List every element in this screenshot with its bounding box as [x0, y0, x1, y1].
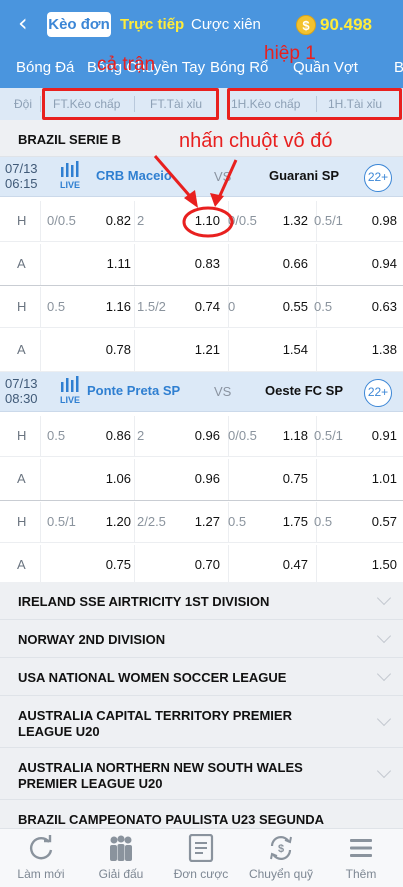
annotation-arrows — [153, 155, 238, 238]
